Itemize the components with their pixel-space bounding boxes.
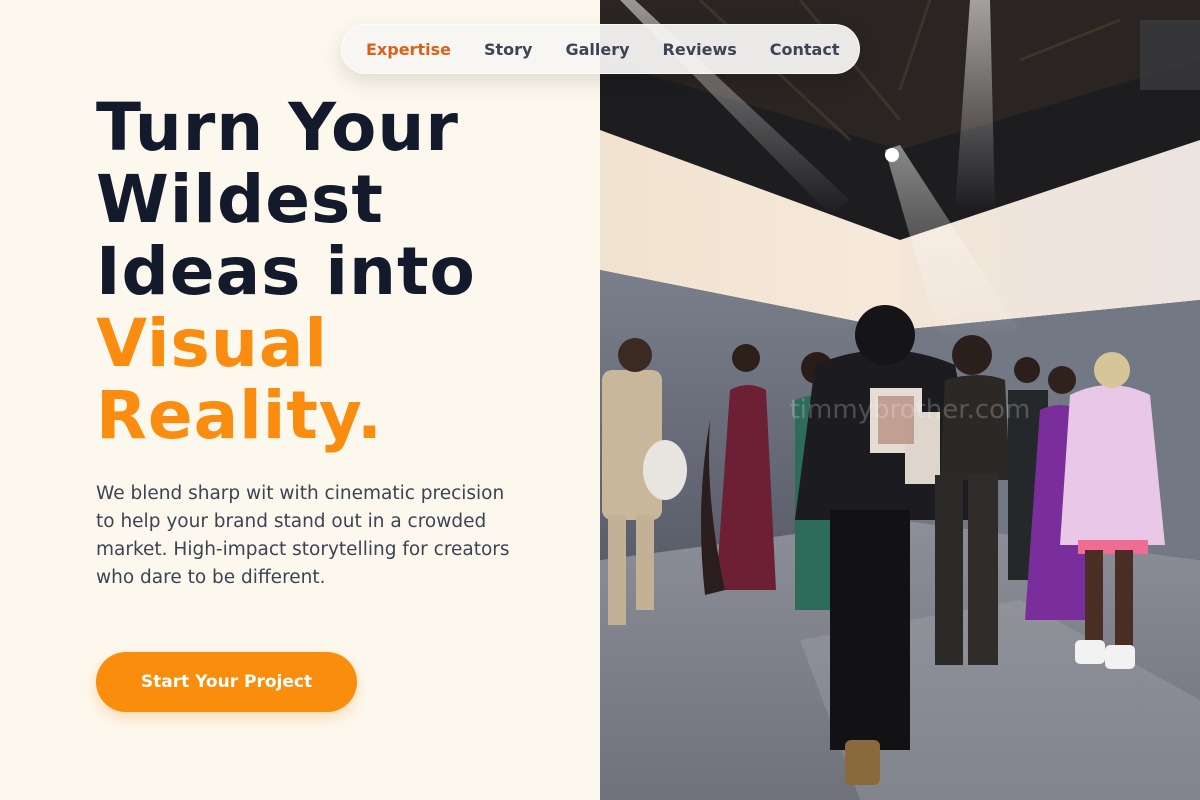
hero-photo: timmybrother.com — [600, 0, 1200, 800]
event-photo-illustration: timmybrother.com — [600, 0, 1200, 800]
nav-item-expertise[interactable]: Expertise — [366, 40, 451, 59]
hero-title: Turn Your Wildest Ideas into Visual Real… — [96, 92, 576, 452]
start-project-button[interactable]: Start Your Project — [96, 652, 357, 712]
nav-item-contact[interactable]: Contact — [770, 40, 840, 59]
hero-title-line: Turn Your — [96, 89, 459, 166]
hero-title-line: Wildest — [96, 161, 384, 238]
hero-left-panel: Turn Your Wildest Ideas into Visual Real… — [0, 0, 600, 800]
hero-title-accent-line: Reality. — [96, 377, 383, 454]
hero-subtitle: We blend sharp wit with cinematic precis… — [96, 483, 510, 588]
hero-title-line: Ideas into — [96, 233, 476, 310]
photo-watermark: timmybrother.com — [790, 395, 1031, 425]
nav-item-story[interactable]: Story — [484, 40, 532, 59]
top-nav: Expertise Story Gallery Reviews Contact — [341, 24, 860, 74]
hero-title-accent-line: Visual — [96, 305, 328, 382]
nav-item-reviews[interactable]: Reviews — [663, 40, 737, 59]
nav-item-gallery[interactable]: Gallery — [565, 40, 629, 59]
